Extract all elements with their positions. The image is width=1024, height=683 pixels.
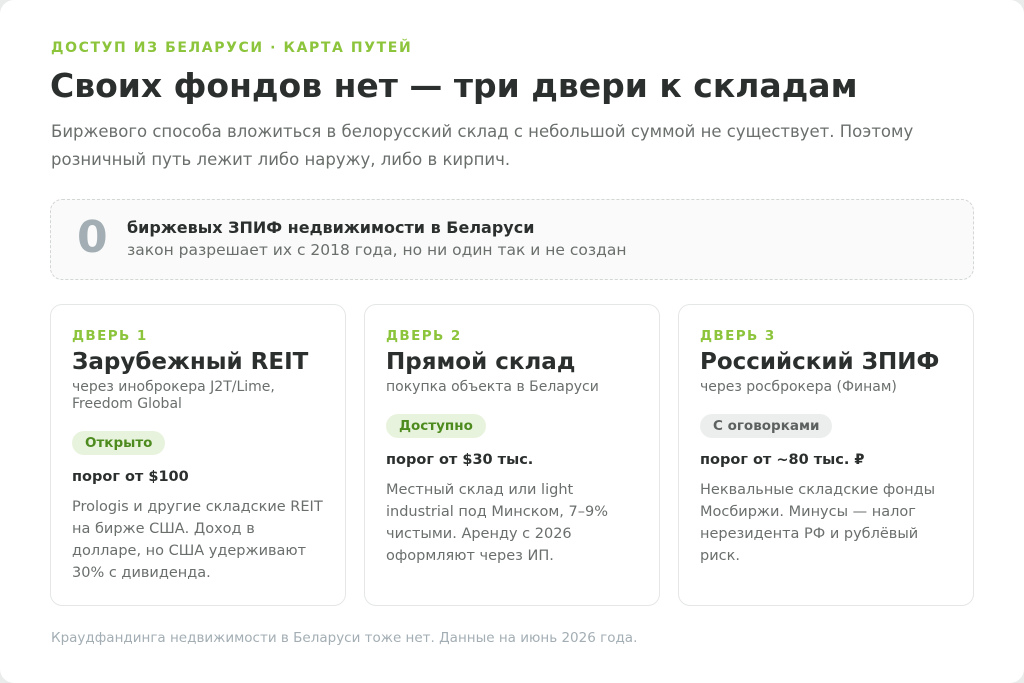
- page-title: Своих фондов нет — три двери к складам: [50, 66, 858, 105]
- card-threshold: порог от $100: [72, 469, 189, 485]
- card-via: через иноброкера J2T/Lime, Freedom Globa…: [72, 379, 275, 412]
- footnote: Краудфандинга недвижимости в Беларуси то…: [51, 630, 638, 646]
- eyebrow-label: ДОСТУП ИЗ БЕЛАРУСИ · КАРТА ПУТЕЙ: [51, 40, 413, 56]
- stat-number: 0: [77, 212, 108, 263]
- card-threshold: порог от $30 тыс.: [386, 452, 534, 468]
- card-door-label: ДВЕРЬ 3: [700, 328, 776, 344]
- status-badge: Открыто: [72, 431, 166, 455]
- card-via: покупка объекта в Беларуси: [386, 379, 599, 395]
- card-description: Prologis и другие складские REIT на бирж…: [72, 499, 323, 581]
- door-card-direct-warehouse: ДВЕРЬ 2 Прямой склад покупка объекта в Б…: [364, 304, 660, 606]
- card-description: Неквальные складские фонды Мосбиржи. Мин…: [700, 482, 936, 564]
- status-badge: Доступно: [386, 414, 486, 438]
- card-door-label: ДВЕРЬ 1: [72, 328, 148, 344]
- card-title: Прямой склад: [386, 349, 576, 375]
- door-card-russian-fund: ДВЕРЬ 3 Российский ЗПИФ через росброкера…: [678, 304, 974, 606]
- stat-title: биржевых ЗПИФ недвижимости в Беларуси: [127, 218, 535, 237]
- card-via: через росброкера (Финам): [700, 379, 897, 395]
- door-card-foreign-reit: ДВЕРЬ 1 Зарубежный REIT через иноброкера…: [50, 304, 346, 606]
- stat-callout: 0 биржевых ЗПИФ недвижимости в Беларуси …: [50, 199, 974, 280]
- card-description: Местный склад или light industrial под М…: [386, 482, 609, 564]
- infographic-page: ДОСТУП ИЗ БЕЛАРУСИ · КАРТА ПУТЕЙ Своих ф…: [0, 0, 1024, 683]
- lead-paragraph: Биржевого способа вложиться в белорусски…: [51, 122, 914, 169]
- status-badge: С оговорками: [700, 414, 833, 438]
- card-door-label: ДВЕРЬ 2: [386, 328, 462, 344]
- card-threshold: порог от ~80 тыс. ₽: [700, 452, 865, 468]
- card-title: Зарубежный REIT: [72, 349, 309, 375]
- stat-subtitle: закон разрешает их с 2018 года, но ни од…: [127, 241, 627, 259]
- card-title: Российский ЗПИФ: [700, 349, 940, 375]
